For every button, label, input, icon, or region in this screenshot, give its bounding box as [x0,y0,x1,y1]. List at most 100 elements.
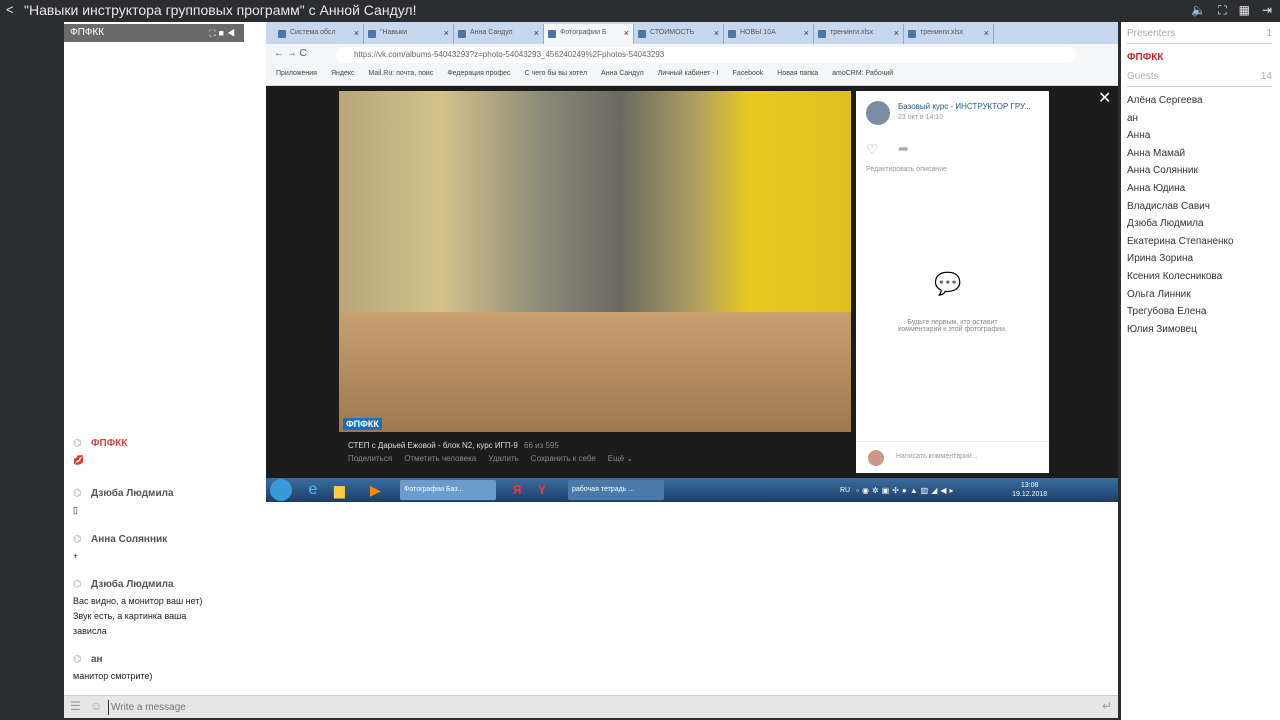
guest-user[interactable]: Ольга Линник [1127,289,1191,300]
close-tab-icon[interactable]: × [984,28,989,38]
guest-user[interactable]: Анна Солянник [1127,165,1198,176]
browser-tab[interactable]: СТОИМОСТЬ × [634,24,724,44]
bookmark[interactable]: С чего бы вы хотел [525,70,588,81]
tab-favicon-icon [278,30,286,38]
fullscreen-icon[interactable]: ⛶ [1218,0,1226,20]
edit-description-link[interactable]: Редактировать описание [866,166,947,173]
close-tab-icon[interactable]: × [714,28,719,38]
tab-label: НОВЫ 10А [740,29,776,36]
guest-user[interactable]: Анна Юдина [1127,183,1185,194]
tab-favicon-icon [818,30,826,38]
bookmark[interactable]: Личный кабинет - I [658,70,719,81]
message-bar: ☰ ☺ ↵ [64,695,1118,718]
user-list: Presenters 1 ФПФКК Guests 14 Алёна Сергеев… [1121,22,1280,720]
guest-user[interactable]: Ирина Зорина [1127,253,1193,264]
top-bar: < "Навыки инструктора групповых программ… [0,0,1280,20]
bookmark[interactable]: amoCRM: Рабочий [832,70,893,81]
close-tab-icon[interactable]: × [444,28,449,38]
comments-icon: 💬 [934,271,962,296]
close-tab-icon[interactable]: × [624,28,629,38]
photo-action[interactable]: Отметить человека [404,454,476,463]
guest-user[interactable]: Дзюба Людмила [1127,218,1204,229]
browser-tab[interactable]: тренинги.xlsx × [814,24,904,44]
guest-user[interactable]: Екатерина Степаненко [1127,236,1234,247]
bookmark[interactable]: Facebook [733,70,764,81]
close-tab-icon[interactable]: × [804,28,809,38]
browser-tab[interactable]: НОВЫ 10А × [724,24,814,44]
message-input[interactable] [108,700,1088,715]
webcam-controls-icon[interactable]: ⛶■◀ [209,24,238,42]
bookmark[interactable]: Приложения [276,70,317,81]
like-icon[interactable]: ♡ [866,141,879,158]
nav-icons[interactable]: ← → C [274,48,307,59]
emoji-icon[interactable]: ☺ [90,699,102,713]
photo-action[interactable]: Удалить [488,454,519,463]
browser-tab[interactable]: Фотографии Б × [544,24,634,44]
group-name[interactable]: Базовый курс - ИНСТРУКТОР ГРУ... [898,102,1031,111]
bookmark[interactable]: Mail.Ru: почта, поис [369,70,434,81]
volume-icon[interactable]: 🔈 [1191,0,1206,20]
close-tab-icon[interactable]: × [354,28,359,38]
close-icon[interactable]: ✕ [1098,88,1111,108]
empty-comments-text: Будьте первым, кто оставит комментарий к… [898,319,1007,333]
bookmark[interactable]: Яндекс [331,70,355,81]
send-icon[interactable]: ↵ [1102,699,1112,713]
media-icon[interactable]: ▶ [370,482,394,499]
webcam-name: ФПФКК [70,27,105,38]
guest-user[interactable]: Алёна Сергеева [1127,95,1203,106]
bookmark[interactable]: Новая папка [777,70,818,81]
guest-user[interactable]: ан [1127,113,1138,124]
chat-message: Дзюба Людмила ▯ [73,488,174,518]
language-flag-icon[interactable]: ▦ [1239,0,1250,20]
photo-viewer: ФПФКК СТЕП с Дарьей Ежовой - блок N2, ку… [266,86,1118,478]
explorer-icon[interactable]: ▆ [334,482,364,499]
yandex-icon[interactable]: Я [502,483,532,497]
yandex-browser-icon[interactable]: Y [538,483,562,497]
guest-user[interactable]: Ксения Колесникова [1127,271,1222,282]
language-indicator[interactable]: RU [840,487,850,494]
photo[interactable]: ФПФКК [339,91,851,432]
browser-tab[interactable]: "Навыки × [364,24,454,44]
guest-user[interactable]: Юлия Зимовец [1127,324,1197,335]
browser-tab[interactable]: Анна Сандул × [454,24,544,44]
photo-action[interactable]: Ещё ⌄ [608,454,633,463]
photo-counter: 66 из 595 [524,441,559,450]
guest-user[interactable]: Анна [1127,130,1150,141]
browser-tab[interactable]: тренинги.xlsx × [904,24,994,44]
comment-input[interactable]: Написать комментарий... [896,453,978,460]
bookmark[interactable]: Федерация профес [447,70,510,81]
tray-icons[interactable]: ▫◉✲▣✣●▲▥◢◀▸ [856,486,1006,495]
close-tab-icon[interactable]: × [534,28,539,38]
share-icon[interactable]: < [6,0,14,20]
browser-tabs: Система обсл × "Навыки × Анна Сандул × Фотогра… [266,22,1118,44]
chat-author: Анна Солянник [73,534,167,545]
guest-user[interactable]: Анна Мамай [1127,148,1185,159]
close-tab-icon[interactable]: × [894,28,899,38]
menu-icon[interactable]: ☰ [70,699,81,713]
screen-share: Система обсл × "Навыки × Анна Сандул × Фотогра… [266,22,1118,502]
clock-date: 19.12.2018 [1012,491,1048,498]
photo-action[interactable]: Поделиться [348,454,392,463]
taskbar-word[interactable]: рабочая тетрадь ... [568,480,664,500]
presenter-user[interactable]: ФПФКК [1127,52,1163,63]
guests-label: Guests [1127,71,1159,82]
browser-tab[interactable]: Система обсл × [274,24,364,44]
tab-label: Анна Сандул [470,29,513,36]
guest-user[interactable]: Трегубова Елена [1127,306,1206,317]
chat-message: ан манитор смотрите) [73,654,152,684]
photo-action[interactable]: Сохранить к себе [531,454,596,463]
tab-label: "Навыки [380,29,408,36]
guests-count: 14 [1260,71,1272,82]
url-field[interactable]: https://vk.com/albums-54043293?z=photo-5… [336,47,1076,63]
ie-icon[interactable]: e [298,481,328,499]
group-avatar [866,101,890,125]
exit-icon[interactable]: ⇥ [1262,0,1272,20]
bookmark[interactable]: Анна Сандул [601,70,644,81]
share-icon[interactable]: ➦ [898,141,909,157]
start-button[interactable] [270,479,292,501]
taskbar-chrome[interactable]: Фотографии Баз... [400,480,496,500]
address-bar: ← → C https://vk.com/albums-54043293?z=p… [266,44,1118,66]
guest-user[interactable]: Владислав Савич [1127,201,1210,212]
bookmarks-bar: Приложения Яндекс Mail.Ru: почта, поис Феде… [266,66,1118,86]
windows-taskbar: e ▆ ▶ Фотографии Баз... Я Y рабочая тетр… [266,478,1118,502]
